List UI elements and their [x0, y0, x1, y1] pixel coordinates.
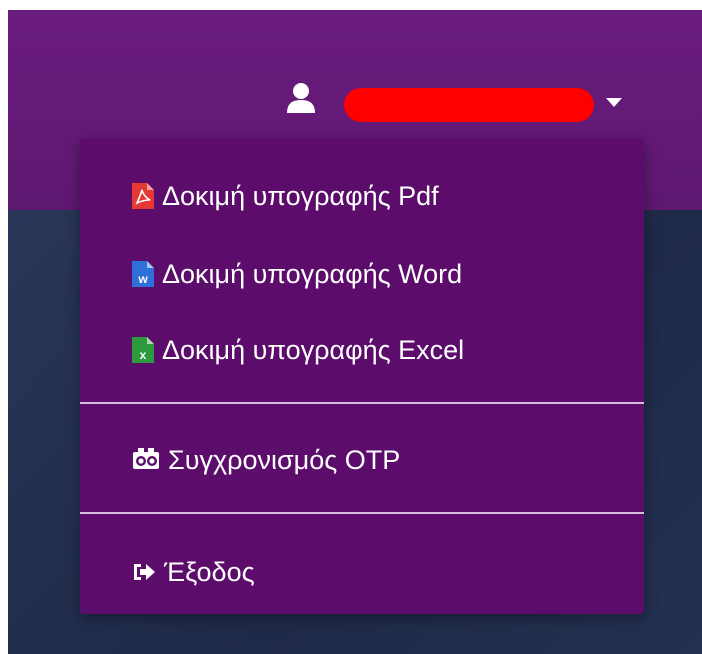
menu-item-test-word-signature[interactable]: w Δοκιμή υπογραφής Word: [132, 252, 612, 296]
word-file-icon: w: [132, 261, 154, 287]
svg-text:w: w: [137, 272, 148, 286]
menu-divider: [80, 402, 644, 404]
menu-item-label: Έξοδος: [164, 556, 255, 587]
otp-device-icon: [132, 447, 160, 473]
menu-item-test-excel-signature[interactable]: x Δοκιμή υπογραφής Excel: [132, 328, 612, 372]
sign-out-icon: [132, 559, 156, 585]
menu-item-label: Δοκιμή υπογραφής Excel: [162, 334, 465, 365]
user-name-redacted: [344, 88, 594, 122]
svg-text:x: x: [140, 348, 147, 362]
menu-item-label: Δοκιμή υπογραφής Pdf: [162, 180, 439, 211]
user-icon: [286, 82, 316, 114]
menu-item-test-pdf-signature[interactable]: Δοκιμή υπογραφής Pdf: [132, 174, 612, 218]
menu-divider: [80, 512, 644, 514]
app-frame: Δοκιμή υπογραφής Pdf w Δοκιμή υπογραφής …: [8, 10, 702, 654]
menu-item-label: Δοκιμή υπογραφής Word: [162, 258, 463, 289]
caret-down-icon: [606, 98, 622, 107]
user-menu-toggle[interactable]: [286, 78, 646, 126]
menu-item-otp-sync[interactable]: Συγχρονισμός OTP: [132, 438, 612, 482]
excel-file-icon: x: [132, 337, 154, 363]
menu-item-sign-out[interactable]: Έξοδος: [132, 550, 612, 594]
user-dropdown-menu: Δοκιμή υπογραφής Pdf w Δοκιμή υπογραφής …: [80, 138, 644, 614]
menu-item-label: Συγχρονισμός OTP: [168, 444, 401, 475]
pdf-file-icon: [132, 183, 154, 209]
